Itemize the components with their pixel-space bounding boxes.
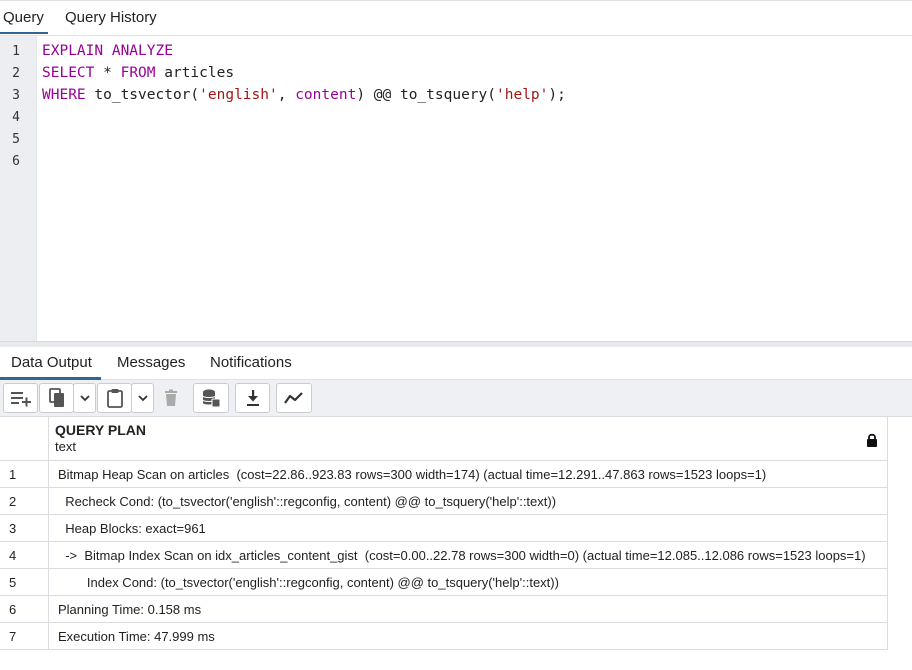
tab-messages[interactable]: Messages — [117, 354, 185, 371]
table-row[interactable]: 4 -> Bitmap Index Scan on idx_articles_c… — [0, 542, 888, 569]
table-row[interactable]: 2 Recheck Cond: (to_tsvector('english'::… — [0, 488, 888, 515]
row-number[interactable]: 2 — [0, 488, 49, 515]
code-line[interactable]: SELECT * FROM articles — [42, 65, 234, 81]
row-number[interactable]: 7 — [0, 623, 49, 650]
delete-icon — [164, 389, 177, 406]
add-row-button[interactable] — [3, 383, 38, 413]
plan-cell[interactable]: Execution Time: 47.999 ms — [58, 629, 880, 644]
line-number: 1 — [12, 44, 20, 59]
plan-cell[interactable]: Planning Time: 0.158 ms — [58, 602, 880, 617]
sql-text: ) @@ to_tsquery( — [356, 87, 496, 103]
result-tabs: Data Output Messages Notifications — [0, 347, 912, 380]
sql-text: to_tsvector( — [85, 87, 200, 103]
table-row[interactable]: 5 Index Cond: (to_tsvector('english'::re… — [0, 569, 888, 596]
column-title[interactable]: QUERY PLAN — [55, 422, 146, 438]
copy-icon — [48, 388, 64, 407]
save-data-icon — [202, 389, 221, 408]
download-button[interactable] — [235, 383, 270, 413]
copy-options-dropdown[interactable] — [73, 383, 96, 413]
table-row[interactable]: 1 Bitmap Heap Scan on articles (cost=22.… — [0, 461, 888, 488]
plan-cell[interactable]: Index Cond: (to_tsvector('english'::regc… — [58, 575, 880, 590]
chevron-down-icon — [137, 395, 148, 402]
line-number: 3 — [12, 88, 20, 103]
sql-text: ); — [548, 87, 566, 103]
plan-cell[interactable]: Recheck Cond: (to_tsvector('english'::re… — [58, 494, 880, 509]
sql-keyword: FROM — [120, 65, 156, 81]
grid-header: QUERY PLAN text — [0, 417, 888, 461]
plan-cell[interactable]: Heap Blocks: exact=961 — [58, 521, 880, 536]
delete-button[interactable] — [155, 383, 186, 413]
sql-editor[interactable]: 1 2 3 4 5 6 EXPLAIN ANALYZE SELECT * FRO… — [0, 36, 912, 342]
sql-text: articles — [155, 65, 235, 81]
line-number-gutter: 1 2 3 4 5 6 — [0, 36, 37, 342]
row-number[interactable]: 3 — [0, 515, 49, 542]
row-number[interactable]: 6 — [0, 596, 49, 623]
sql-keyword: ANALYZE — [111, 43, 173, 59]
line-number: 5 — [12, 132, 20, 147]
table-row[interactable]: 6 Planning Time: 0.158 ms — [0, 596, 888, 623]
sql-keyword: EXPLAIN — [42, 43, 104, 59]
graph-visualiser-button[interactable] — [276, 383, 312, 413]
paste-button[interactable] — [97, 383, 132, 413]
column-type: text — [55, 439, 76, 454]
add-row-icon — [10, 392, 31, 407]
table-row[interactable]: 7 Execution Time: 47.999 ms — [0, 623, 888, 650]
line-number: 2 — [12, 66, 20, 81]
sql-keyword: SELECT — [42, 65, 95, 81]
table-row[interactable]: 3 Heap Blocks: exact=961 — [0, 515, 888, 542]
lock-icon — [867, 433, 877, 447]
sql-keyword: WHERE — [42, 87, 86, 103]
download-icon — [246, 390, 259, 406]
row-number[interactable]: 4 — [0, 542, 49, 569]
chevron-down-icon — [79, 395, 90, 402]
row-number[interactable]: 1 — [0, 461, 49, 488]
line-number: 4 — [12, 110, 20, 125]
plan-cell[interactable]: Bitmap Heap Scan on articles (cost=22.86… — [58, 467, 880, 482]
sql-string: 'english' — [199, 87, 278, 103]
query-tabs: Query Query History — [0, 0, 912, 36]
sql-keyword: content — [295, 87, 357, 103]
paste-options-dropdown[interactable] — [131, 383, 154, 413]
tab-notifications[interactable]: Notifications — [210, 354, 292, 371]
sql-text: , — [277, 87, 296, 103]
sql-text: * — [94, 65, 121, 81]
code-line[interactable]: EXPLAIN ANALYZE — [42, 43, 173, 59]
data-toolbar — [0, 380, 912, 417]
save-data-button[interactable] — [193, 383, 229, 413]
row-number-header[interactable] — [0, 417, 49, 461]
graph-icon — [284, 392, 303, 404]
copy-button[interactable] — [39, 383, 74, 413]
code-line[interactable]: WHERE to_tsvector('english', content) @@… — [42, 87, 566, 103]
tab-data-output[interactable]: Data Output — [0, 354, 101, 380]
sql-string: 'help' — [496, 87, 549, 103]
tab-query-history[interactable]: Query History — [65, 9, 157, 26]
line-number: 6 — [12, 154, 20, 169]
paste-icon — [106, 389, 123, 408]
tab-query[interactable]: Query — [0, 9, 48, 34]
row-number[interactable]: 5 — [0, 569, 49, 596]
plan-cell[interactable]: -> Bitmap Index Scan on idx_articles_con… — [58, 548, 880, 563]
